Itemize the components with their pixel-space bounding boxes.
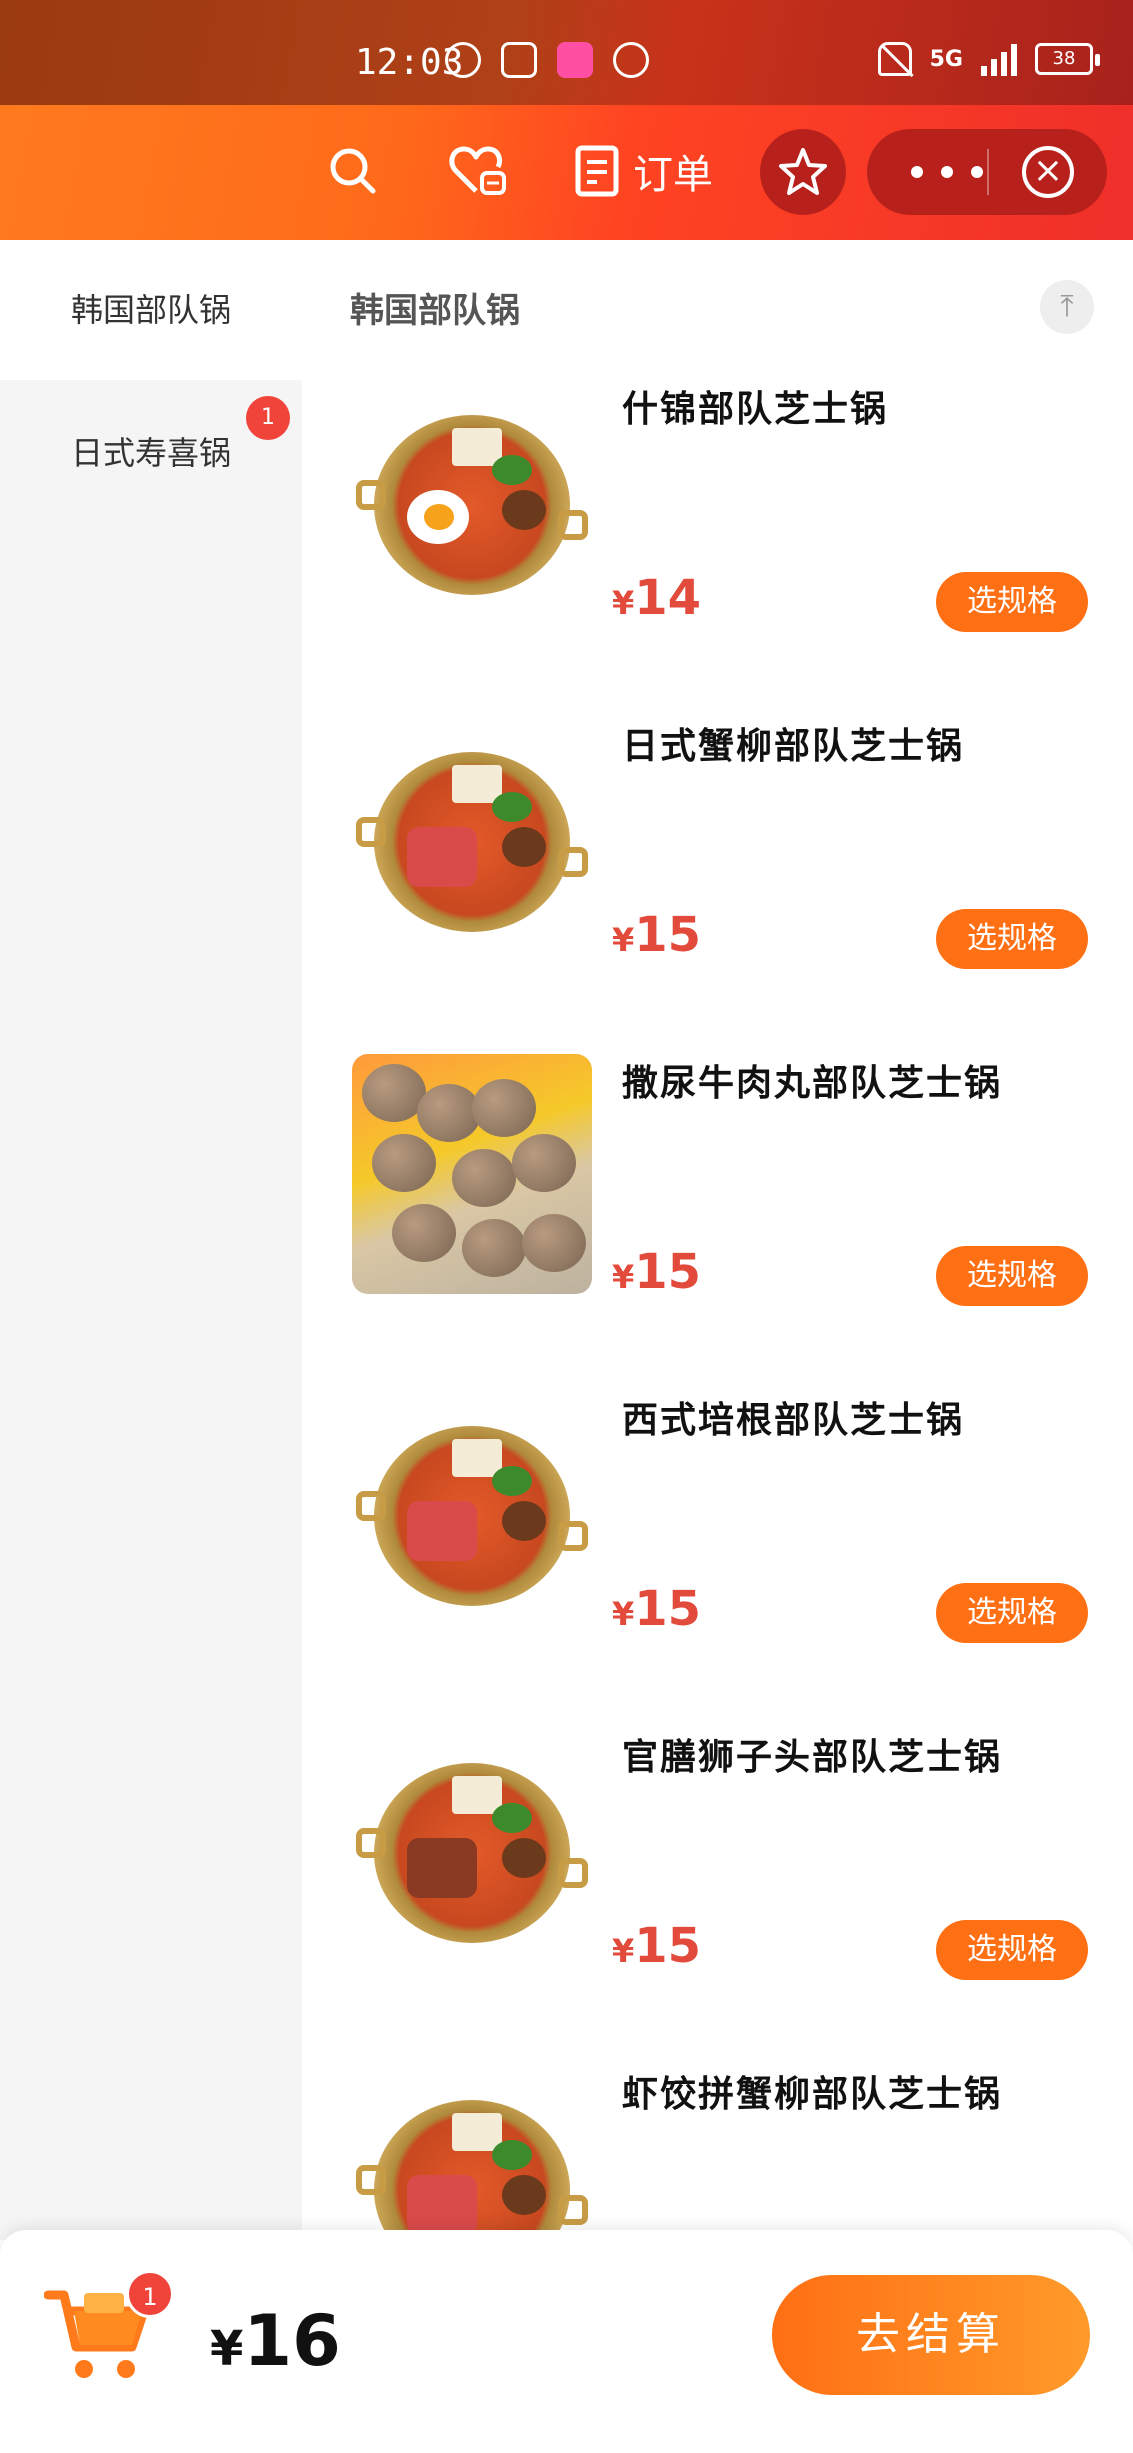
product-price: ¥15 bbox=[612, 1244, 702, 1300]
product-price: ¥14 bbox=[612, 570, 702, 626]
more-button[interactable] bbox=[902, 151, 992, 193]
app-notification-icon bbox=[501, 42, 537, 78]
top-bar: 订单 × bbox=[0, 105, 1133, 240]
close-button[interactable]: × bbox=[1022, 146, 1074, 198]
product-image bbox=[352, 1054, 592, 1294]
product-price: ¥15 bbox=[612, 907, 702, 963]
product-name: 西式培根部队芝士锅 bbox=[622, 1400, 965, 1441]
mute-bell-icon bbox=[877, 42, 912, 76]
cart-total: ¥16 bbox=[210, 2300, 341, 2382]
product-name: 撒尿牛肉丸部队芝士锅 bbox=[622, 1063, 1003, 1104]
product-price: ¥15 bbox=[612, 1918, 702, 1974]
search-icon bbox=[330, 148, 376, 194]
favorites-button[interactable] bbox=[448, 135, 510, 207]
product-list: 什锦部队芝士锅 ¥14 选规格 日式蟹柳部队芝士锅 ¥15 选规格 撒尿牛肉丸部… bbox=[302, 380, 1133, 2230]
select-spec-button[interactable]: 选规格 bbox=[936, 1583, 1088, 1643]
product-image bbox=[352, 717, 592, 957]
product-image bbox=[352, 1728, 592, 1968]
product-item[interactable]: 虾饺拼蟹柳部队芝士锅 bbox=[302, 2065, 1133, 2230]
checkout-button[interactable]: 去结算 bbox=[772, 2275, 1090, 2395]
section-title: 韩国部队锅 bbox=[350, 291, 520, 331]
cart-bar: 1 ¥16 去结算 bbox=[0, 2230, 1133, 2453]
miniapp-capsule: × bbox=[867, 129, 1107, 215]
order-list-icon bbox=[575, 145, 619, 197]
product-item[interactable]: 官膳狮子头部队芝士锅 ¥15 选规格 bbox=[302, 1728, 1133, 2065]
order-label: 订单 bbox=[633, 152, 713, 198]
select-spec-button[interactable]: 选规格 bbox=[936, 1246, 1088, 1306]
status-notification-icons bbox=[445, 42, 649, 78]
product-name: 什锦部队芝士锅 bbox=[622, 389, 889, 430]
product-item[interactable]: 西式培根部队芝士锅 ¥15 选规格 bbox=[302, 1391, 1133, 1728]
status-right: 5G 38 bbox=[877, 42, 1100, 76]
select-spec-button[interactable]: 选规格 bbox=[936, 909, 1088, 969]
product-image bbox=[352, 380, 592, 620]
hand-icon bbox=[613, 42, 649, 78]
product-name: 官膳狮子头部队芝士锅 bbox=[622, 1737, 1003, 1778]
battery-icon: 38 bbox=[1035, 43, 1100, 75]
sidebar-item-korean-hotpot[interactable]: 韩国部队锅 bbox=[0, 285, 302, 331]
select-spec-button[interactable]: 选规格 bbox=[936, 1920, 1088, 1980]
status-bar: 12:03 5G 38 bbox=[0, 0, 1133, 105]
search-button[interactable] bbox=[325, 135, 381, 207]
product-image bbox=[352, 2065, 592, 2230]
product-name: 虾饺拼蟹柳部队芝士锅 bbox=[622, 2074, 1003, 2115]
star-icon bbox=[779, 148, 827, 195]
product-price: ¥15 bbox=[612, 1581, 702, 1637]
network-type: 5G bbox=[929, 46, 963, 72]
signal-icon bbox=[981, 42, 1017, 76]
star-button[interactable] bbox=[760, 129, 846, 215]
product-item[interactable]: 什锦部队芝士锅 ¥14 选规格 bbox=[302, 380, 1133, 717]
category-sidebar bbox=[0, 240, 302, 2240]
cart-badge: 1 bbox=[126, 2270, 174, 2318]
capsule-divider bbox=[987, 149, 989, 195]
bilibili-icon bbox=[557, 42, 593, 78]
product-name: 日式蟹柳部队芝士锅 bbox=[622, 726, 965, 767]
qq-icon bbox=[445, 42, 481, 78]
product-item[interactable]: 撒尿牛肉丸部队芝士锅 ¥15 选规格 bbox=[302, 1054, 1133, 1391]
product-image bbox=[352, 1391, 592, 1631]
select-spec-button[interactable]: 选规格 bbox=[936, 572, 1088, 632]
sidebar-badge: 1 bbox=[246, 396, 290, 440]
product-item[interactable]: 日式蟹柳部队芝士锅 ¥15 选规格 bbox=[302, 717, 1133, 1054]
heart-list-icon bbox=[449, 146, 506, 195]
order-button[interactable]: 订单 bbox=[575, 135, 713, 207]
scroll-top-button[interactable]: ⤒ bbox=[1040, 280, 1094, 334]
